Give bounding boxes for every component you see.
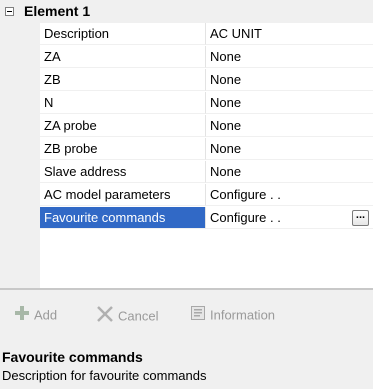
property-row-za[interactable]: ZA None xyxy=(0,46,373,69)
property-value[interactable]: None xyxy=(206,92,373,114)
category-row-element-1[interactable]: Element 1 xyxy=(0,0,373,23)
plus-icon xyxy=(14,305,30,327)
property-row-n[interactable]: N None xyxy=(0,92,373,115)
information-label: Information xyxy=(210,307,276,323)
add-button[interactable]: Add xyxy=(14,305,57,325)
property-name[interactable]: AC model parameters xyxy=(40,184,206,206)
property-value[interactable]: Configure . . xyxy=(206,207,373,229)
property-name[interactable]: ZB xyxy=(40,69,206,91)
cross-icon xyxy=(96,305,114,329)
property-row-za-probe[interactable]: ZA probe None xyxy=(0,115,373,138)
property-value[interactable]: None xyxy=(206,138,373,160)
property-value[interactable]: None xyxy=(206,115,373,137)
ellipsis-button[interactable]: ... xyxy=(352,210,369,226)
property-row-zb[interactable]: ZB None xyxy=(0,69,373,92)
property-row-zb-probe[interactable]: ZB probe None xyxy=(0,138,373,161)
property-name[interactable]: Description xyxy=(40,23,206,45)
property-row-slave-address[interactable]: Slave address None xyxy=(0,161,373,184)
property-name[interactable]: ZA xyxy=(40,46,206,68)
property-value[interactable]: None xyxy=(206,46,373,68)
information-button[interactable]: Information xyxy=(190,305,275,325)
property-name[interactable]: Slave address xyxy=(40,161,206,183)
description-title: Favourite commands xyxy=(2,349,143,365)
cancel-button[interactable]: Cancel xyxy=(96,305,158,325)
information-icon xyxy=(190,305,206,327)
property-grid: Element 1 Description AC UNIT ZA None ZB… xyxy=(0,0,373,290)
property-row-ac-model-parameters[interactable]: AC model parameters Configure . . xyxy=(0,184,373,207)
description-panel: Favourite commands Description for favou… xyxy=(0,342,373,389)
toolbar: Add Cancel Information xyxy=(0,290,373,342)
property-value[interactable]: Configure . . xyxy=(206,184,373,206)
property-value[interactable]: None xyxy=(206,161,373,183)
property-value[interactable]: None xyxy=(206,69,373,91)
property-value[interactable]: AC UNIT xyxy=(206,23,373,45)
collapse-icon[interactable] xyxy=(5,7,14,16)
cancel-label: Cancel xyxy=(118,308,159,324)
add-label: Add xyxy=(34,307,58,323)
description-text: Description for favourite commands xyxy=(2,368,207,383)
property-name[interactable]: N xyxy=(40,92,206,114)
property-row-description[interactable]: Description AC UNIT xyxy=(0,23,373,46)
property-row-favourite-commands[interactable]: Favourite commands Configure . . ... xyxy=(0,207,373,230)
property-name[interactable]: Favourite commands xyxy=(40,207,206,229)
property-name[interactable]: ZB probe xyxy=(40,138,206,160)
category-title: Element 1 xyxy=(24,3,91,19)
property-name[interactable]: ZA probe xyxy=(40,115,206,137)
